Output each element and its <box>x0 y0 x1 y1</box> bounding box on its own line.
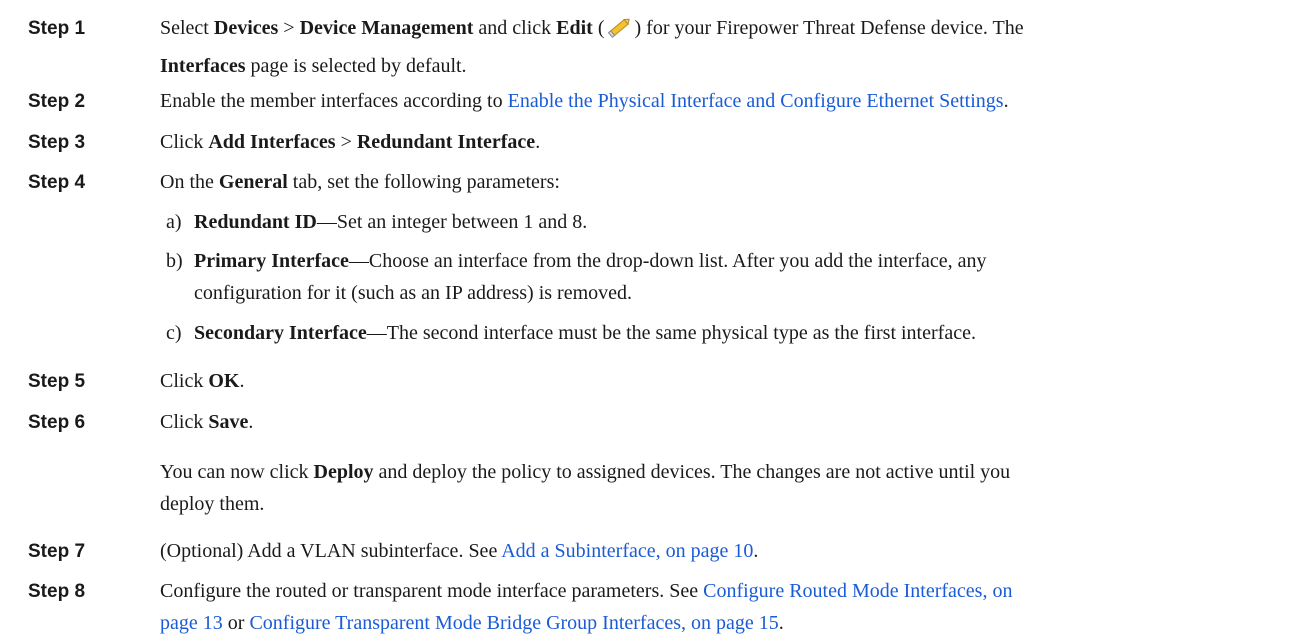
step-label: Step 8 <box>28 581 86 602</box>
step-label: Step 5 <box>28 371 86 392</box>
step-label: Step 7 <box>28 541 86 562</box>
step-text: On the General tab, set the following pa… <box>160 171 560 193</box>
primary-interface-label: Primary Interface <box>194 250 349 272</box>
ok-label: OK <box>208 370 240 392</box>
link-configure-routed-mode[interactable]: Configure Routed Mode Interfaces, on <box>703 580 1012 602</box>
menu-device-management: Device Management <box>299 17 474 39</box>
step-text: Configure the routed or transparent mode… <box>160 580 1013 634</box>
edit-label: Edit <box>556 17 593 39</box>
link-configure-routed-mode-page[interactable]: page 13 <box>160 612 223 634</box>
redundant-id-label: Redundant ID <box>194 211 317 233</box>
step-text: Click OK. <box>160 370 245 392</box>
step-text: (Optional) Add a VLAN subinterface. See … <box>160 540 759 562</box>
menu-devices: Devices <box>213 17 279 39</box>
step-text: Select Devices > Device Management and c… <box>160 12 1293 82</box>
step-note: You can now click Deploy and deploy the … <box>160 461 1011 515</box>
step-text: Click Add Interfaces > Redundant Interfa… <box>160 131 541 153</box>
secondary-interface-label: Secondary Interface <box>194 322 367 344</box>
step-text: Enable the member interfaces according t… <box>160 90 1009 112</box>
pencil-edit-icon <box>607 14 633 50</box>
link-add-subinterface[interactable]: Add a Subinterface, on page 10 <box>501 540 753 562</box>
step-text: Click Save. <box>160 411 254 433</box>
link-enable-physical-interface[interactable]: Enable the Physical Interface and Config… <box>508 90 1004 112</box>
step-label: Step 1 <box>28 18 86 39</box>
sub-item-c: c) Secondary Interface—The second interfa… <box>166 322 976 344</box>
step-label: Step 2 <box>28 91 86 112</box>
sub-item-a: a) Redundant ID—Set an integer between 1 … <box>166 211 588 233</box>
interfaces-label: Interfaces <box>160 55 246 77</box>
step-label: Step 4 <box>28 172 86 193</box>
step-label: Step 3 <box>28 132 86 153</box>
general-tab-label: General <box>218 171 288 193</box>
deploy-label: Deploy <box>313 461 374 483</box>
link-configure-transparent-mode[interactable]: Configure Transparent Mode Bridge Group … <box>249 612 778 634</box>
add-interfaces-label: Add Interfaces <box>208 131 336 153</box>
redundant-interface-label: Redundant Interface <box>356 131 536 153</box>
sub-item-b: b) Primary Interface—Choose an interface … <box>166 250 987 304</box>
save-label: Save <box>208 411 249 433</box>
step-label: Step 6 <box>28 412 86 433</box>
